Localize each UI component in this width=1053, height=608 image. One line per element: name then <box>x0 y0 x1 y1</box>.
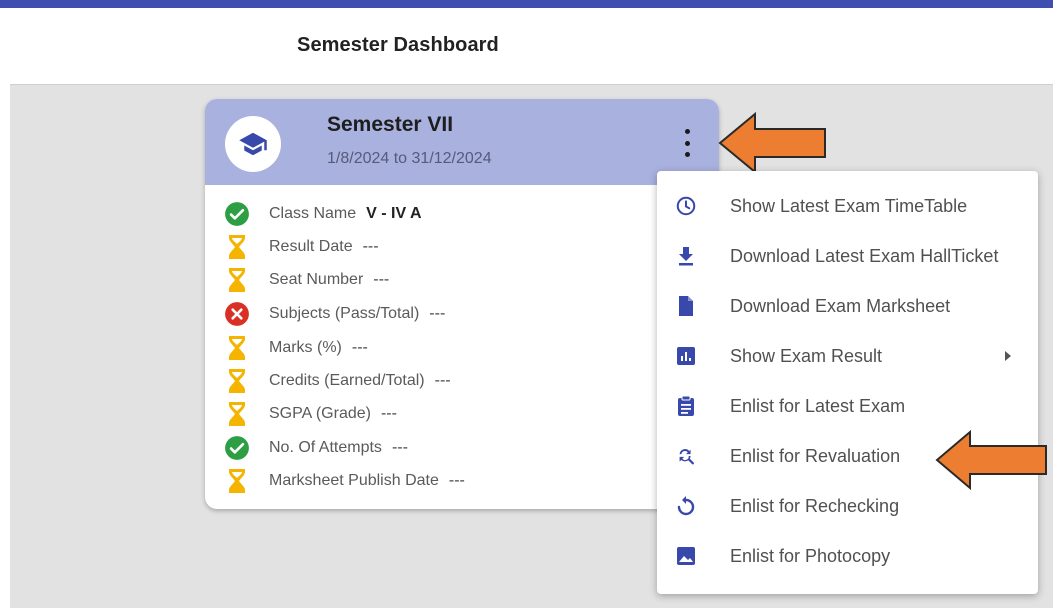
image-icon <box>675 545 697 567</box>
menu-item-label: Download Exam Marksheet <box>730 295 951 316</box>
detail-row-sgpa: SGPA (Grade) --- <box>223 399 397 429</box>
detail-row-subjects: Subjects (Pass/Total) --- <box>223 299 445 329</box>
clipboard-icon <box>675 395 697 417</box>
annotation-arrow-icon <box>935 429 1047 491</box>
top-accent-bar <box>0 0 1053 8</box>
detail-value: --- <box>351 339 368 356</box>
menu-item-download-marksheet[interactable]: Download Exam Marksheet <box>657 281 1038 331</box>
detail-label: Result Date <box>269 238 353 255</box>
hourglass-icon <box>223 400 251 428</box>
semester-options-menu: Show Latest Exam TimeTable Download Late… <box>657 171 1038 594</box>
menu-item-label: Download Latest Exam HallTicket <box>730 245 999 266</box>
more-options-icon[interactable] <box>677 129 697 157</box>
semester-card-header: Semester VII 1/8/2024 to 31/12/2024 <box>205 99 719 185</box>
detail-value: --- <box>448 472 465 489</box>
semester-card: Semester VII 1/8/2024 to 31/12/2024 Clas… <box>205 99 719 509</box>
detail-row-attempts: No. Of Attempts --- <box>223 433 408 463</box>
document-icon <box>675 295 697 317</box>
detail-row-credits: Credits (Earned/Total) --- <box>223 366 451 396</box>
menu-item-enlist-latest-exam[interactable]: Enlist for Latest Exam <box>657 381 1038 431</box>
detail-value: --- <box>391 439 408 456</box>
menu-item-download-hallticket[interactable]: Download Latest Exam HallTicket <box>657 231 1038 281</box>
check-circle-icon <box>223 200 251 228</box>
detail-value: --- <box>429 305 446 322</box>
detail-row-marks: Marks (%) --- <box>223 333 368 363</box>
menu-item-show-timetable[interactable]: Show Latest Exam TimeTable <box>657 181 1038 231</box>
semester-title: Semester VII <box>327 113 454 136</box>
detail-label: Credits (Earned/Total) <box>269 372 425 389</box>
hourglass-icon <box>223 467 251 495</box>
hourglass-icon <box>223 233 251 261</box>
error-circle-icon <box>223 300 251 328</box>
menu-item-label: Enlist for Latest Exam <box>730 395 906 416</box>
chart-icon <box>675 345 697 367</box>
menu-item-enlist-photocopy[interactable]: Enlist for Photocopy <box>657 531 1038 581</box>
menu-item-label: Enlist for Revaluation <box>730 445 901 466</box>
menu-item-show-result[interactable]: Show Exam Result <box>657 331 1038 381</box>
detail-row-result-date: Result Date --- <box>223 232 379 262</box>
check-circle-icon <box>223 434 251 462</box>
detail-value: --- <box>373 271 390 288</box>
detail-label: Subjects (Pass/Total) <box>269 305 420 322</box>
detail-label: Seat Number <box>269 271 364 288</box>
avatar <box>225 116 281 172</box>
detail-value: V - IV A <box>366 205 422 222</box>
detail-label: Marksheet Publish Date <box>269 472 439 489</box>
detail-label: Marks (%) <box>269 339 342 356</box>
semester-dates: 1/8/2024 to 31/12/2024 <box>327 150 492 167</box>
refresh-icon <box>675 495 697 517</box>
find-replace-icon <box>675 445 697 467</box>
detail-value: --- <box>434 372 451 389</box>
menu-item-label: Enlist for Rechecking <box>730 495 900 516</box>
hourglass-icon <box>223 334 251 362</box>
detail-value: --- <box>362 238 379 255</box>
download-icon <box>675 245 697 267</box>
menu-item-label: Show Exam Result <box>730 345 883 366</box>
graduation-cap-icon <box>239 132 267 156</box>
detail-row-seat-number: Seat Number --- <box>223 265 389 295</box>
detail-label: SGPA (Grade) <box>269 405 371 422</box>
detail-row-class-name: Class Name V - IV A <box>223 199 422 229</box>
menu-item-label: Enlist for Photocopy <box>730 545 891 566</box>
hourglass-icon <box>223 367 251 395</box>
chevron-right-icon <box>1005 351 1011 361</box>
page-header: Semester Dashboard <box>10 8 1053 84</box>
annotation-arrow-icon <box>718 111 826 175</box>
detail-row-marksheet-publish: Marksheet Publish Date --- <box>223 466 465 496</box>
hourglass-icon <box>223 266 251 294</box>
detail-label: Class Name <box>269 205 357 222</box>
menu-item-label: Show Latest Exam TimeTable <box>730 195 968 216</box>
detail-label: No. Of Attempts <box>269 439 382 456</box>
detail-value: --- <box>380 405 397 422</box>
clock-icon <box>675 195 697 217</box>
page-title: Semester Dashboard <box>297 34 499 56</box>
